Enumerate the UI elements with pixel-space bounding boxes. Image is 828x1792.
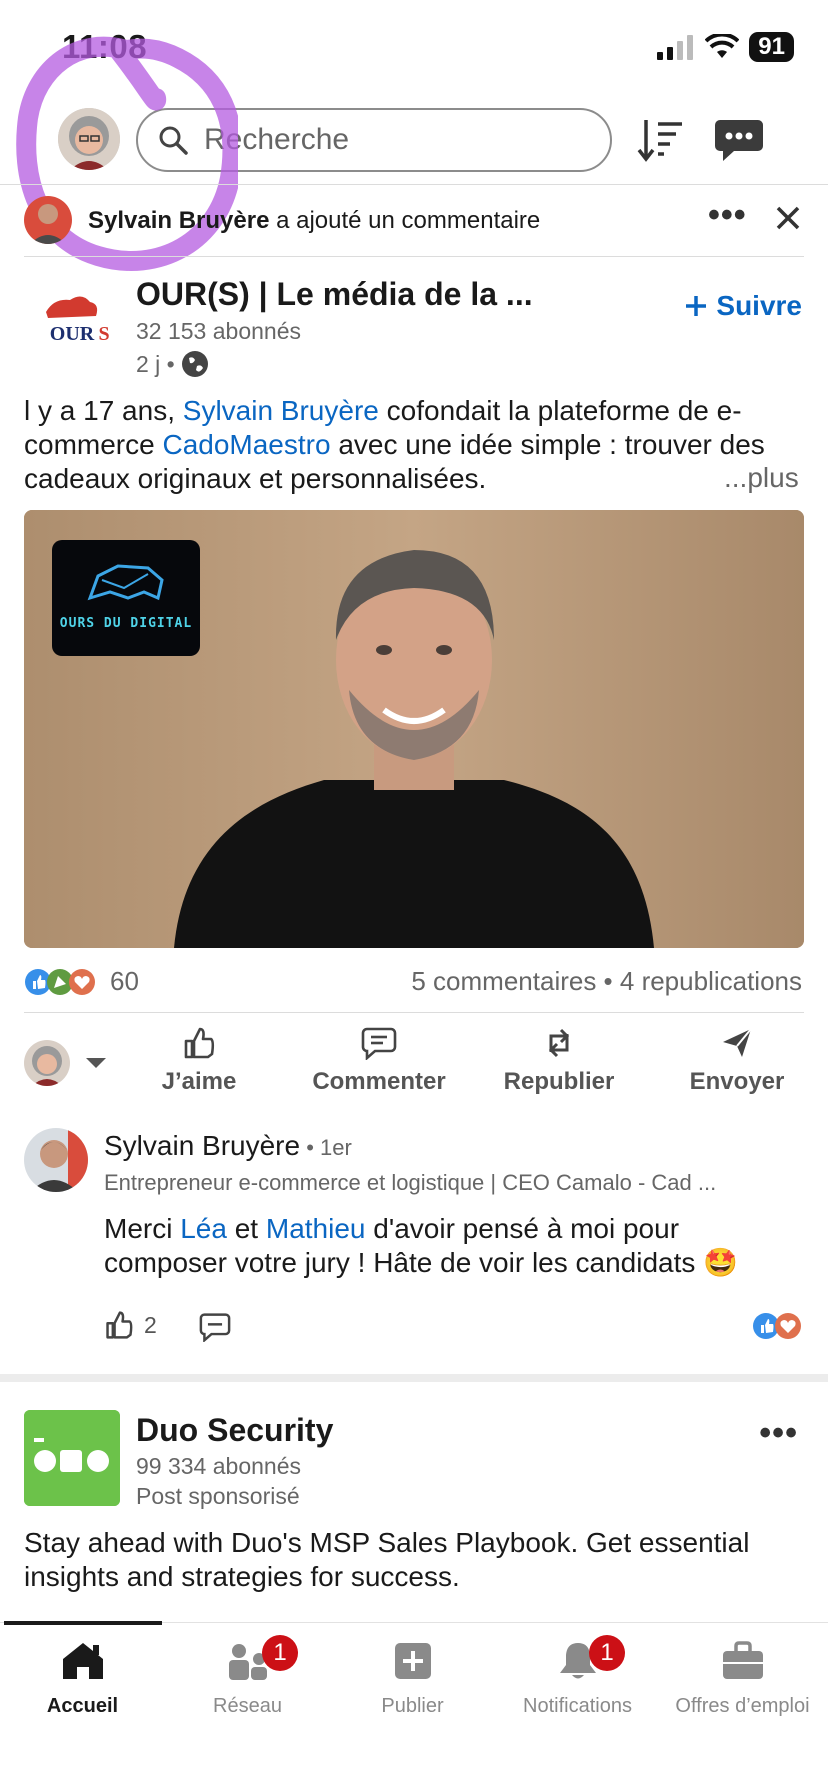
svg-text:OUR: OUR (50, 323, 95, 345)
comment-reply-button[interactable] (198, 1312, 232, 1347)
like-icon (184, 1027, 215, 1059)
sponsored-label: Post sponsorisé (136, 1483, 300, 1509)
mention-link[interactable]: Léa (180, 1213, 227, 1244)
reaction-count: 60 (110, 966, 139, 996)
comment-like-count: 2 (144, 1311, 157, 1338)
context-avatar[interactable] (24, 196, 72, 244)
follow-button[interactable]: Suivre (684, 290, 802, 322)
like-button[interactable]: J’aime (124, 1026, 274, 1096)
plus-icon (686, 296, 707, 316)
chevron-down-icon[interactable] (86, 1058, 106, 1068)
nav-item-network[interactable]: 1 Réseau (165, 1635, 330, 1718)
nav-item-post[interactable]: Publier (330, 1641, 495, 1718)
see-more-link[interactable]: ...plus (724, 462, 799, 494)
post-timestamp: 2 j • (136, 350, 209, 378)
comment-reactions[interactable] (752, 1312, 802, 1340)
active-tab-indicator (4, 1621, 162, 1625)
media-badge-text: OURS DU DIGITAL (59, 616, 193, 631)
post-author-followers: 32 153 abonnés (136, 318, 301, 344)
briefcase-icon (722, 1641, 763, 1679)
context-actor[interactable]: Sylvain Bruyère (88, 207, 269, 234)
globe-icon (181, 351, 208, 377)
send-icon (723, 1028, 752, 1057)
sponsor-logo[interactable] (24, 1410, 120, 1506)
sponsored-text: Stay ahead with Duo's MSP Sales Playbook… (24, 1527, 750, 1592)
nav-item-home[interactable]: Accueil (0, 1641, 165, 1718)
feed-separator (0, 1374, 828, 1382)
status-icons: 91 (655, 32, 794, 62)
comment-button[interactable]: Commenter (304, 1026, 454, 1096)
acting-as-avatar[interactable] (24, 1040, 70, 1086)
comment-like-button[interactable]: 2 (104, 1310, 157, 1340)
commenter-headline: Entrepreneur e-commerce et logistique | … (104, 1170, 717, 1195)
repost-icon (548, 1028, 570, 1058)
sort-icon (637, 120, 682, 162)
love-reaction-icon (69, 968, 95, 995)
love-reaction-icon (775, 1313, 801, 1339)
more-options-icon[interactable]: ••• (708, 196, 747, 235)
reply-icon (199, 1313, 231, 1343)
like-icon (106, 1311, 133, 1339)
sponsor-name[interactable]: Duo Security (136, 1412, 333, 1449)
battery-icon: 91 (749, 32, 794, 62)
messaging-icon (715, 120, 763, 161)
comment-icon (361, 1027, 397, 1060)
post-image[interactable]: OURS DU DIGITAL (24, 510, 804, 948)
comment-text: Merci Léa et Mathieu d'avoir pensé à moi… (104, 1213, 739, 1278)
post-icon (394, 1643, 431, 1679)
media-badge: OURS DU DIGITAL (52, 540, 200, 656)
bottom-navigation: Accueil 1 Réseau Publier 1 Notifications (0, 1621, 828, 1792)
notifications-badge: 1 (589, 1635, 625, 1671)
sponsor-followers: 99 334 abonnés (136, 1453, 301, 1479)
post-text: l y a 17 ans, Sylvain Bruyère cofondait … (24, 395, 765, 494)
comments-reposts-count[interactable]: 5 commentaires • 4 republications (411, 966, 802, 997)
connection-degree: • 1er (300, 1135, 352, 1160)
home-icon (62, 1643, 103, 1679)
mention-link[interactable]: Mathieu (266, 1213, 366, 1244)
organization-logo[interactable]: OUR S (24, 282, 120, 356)
sort-button[interactable] (636, 118, 684, 162)
send-button[interactable]: Envoyer (662, 1026, 812, 1096)
wifi-icon (705, 34, 740, 58)
close-icon (776, 206, 800, 230)
nav-item-notifications[interactable]: 1 Notifications (495, 1635, 660, 1718)
sponsor-more-options-icon[interactable]: ••• (759, 1414, 798, 1453)
repost-button[interactable]: Republier (484, 1026, 634, 1096)
commenter-name[interactable]: Sylvain Bruyère • 1er (104, 1130, 352, 1162)
commenter-avatar[interactable] (24, 1128, 88, 1192)
context-line: Sylvain Bruyère a ajouté un commentaire (88, 207, 540, 235)
network-badge: 1 (262, 1635, 298, 1671)
mention-link[interactable]: Sylvain Bruyère (183, 395, 379, 426)
signal-icon (657, 35, 694, 60)
post-author-name[interactable]: OUR(S) | Le média de la ... (136, 276, 533, 313)
context-action: a ajouté un commentaire (276, 207, 541, 234)
messaging-button[interactable] (714, 116, 764, 164)
bear-logo-icon (87, 564, 164, 601)
close-button[interactable] (776, 206, 800, 235)
reactions-summary[interactable]: 60 (24, 966, 139, 997)
svg-text:S: S (98, 323, 109, 345)
nav-item-jobs[interactable]: Offres d’emploi (660, 1641, 825, 1718)
mention-link[interactable]: CadoMaestro (162, 429, 330, 460)
